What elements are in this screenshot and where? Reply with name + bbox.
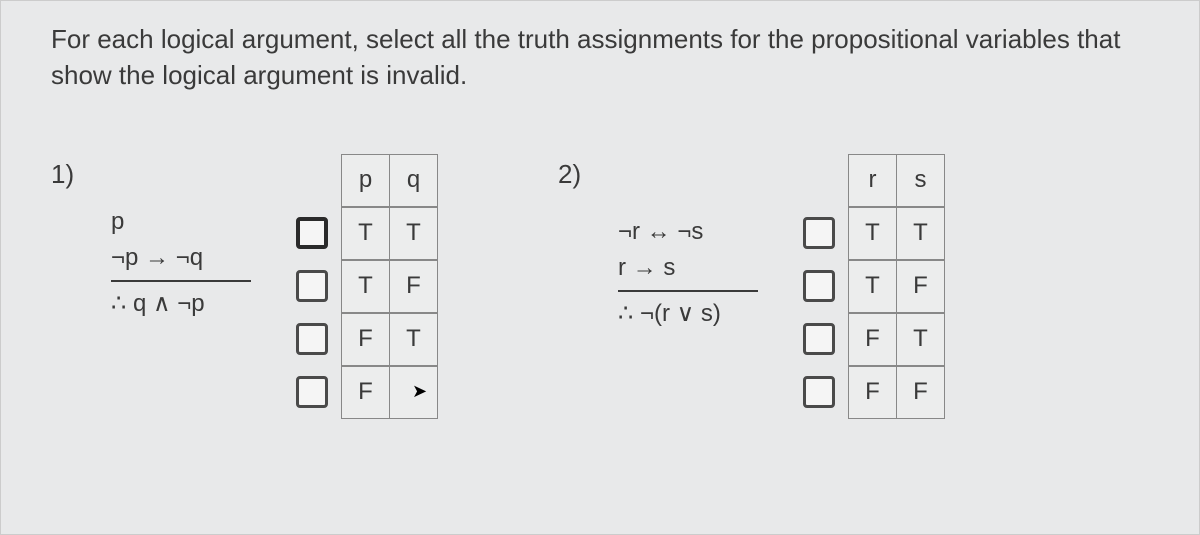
problem-2-number: 2) [558, 159, 598, 190]
conclusion-text: ∴ ¬(r ∨ s) [618, 296, 758, 332]
table-cell: T [342, 207, 390, 259]
problem-1-number: 1) [51, 159, 91, 190]
table-cell: T [390, 207, 438, 259]
checkbox-p2-row1[interactable] [803, 217, 835, 249]
table-cell: ➤ [390, 366, 438, 418]
table-header: s [897, 154, 945, 206]
instruction-text: For each logical argument, select all th… [51, 21, 1149, 94]
checkbox-p1-row1[interactable] [296, 217, 328, 249]
table-header: r [849, 154, 897, 206]
problems-container: 1) p ¬p → ¬q ∴ q ∧ ¬p p q T T [51, 154, 1149, 419]
argument-divider [618, 290, 758, 292]
premise-text: p [111, 204, 251, 240]
problem-1-table: p q T T T F F [291, 154, 438, 419]
table-cell: T [897, 313, 945, 365]
checkbox-p2-row3[interactable] [803, 323, 835, 355]
problem-2-argument: ¬r ↔ ¬s r → s ∴ ¬(r ∨ s) [618, 214, 758, 332]
checkbox-p1-row2[interactable] [296, 270, 328, 302]
table-cell: T [897, 207, 945, 259]
table-cell: F [342, 366, 390, 418]
table-header: q [390, 154, 438, 206]
checkbox-p2-row2[interactable] [803, 270, 835, 302]
checkbox-p2-row4[interactable] [803, 376, 835, 408]
table-cell: F [897, 366, 945, 418]
argument-divider [111, 280, 251, 282]
conclusion-text: ∴ q ∧ ¬p [111, 286, 251, 322]
checkbox-p1-row3[interactable] [296, 323, 328, 355]
checkbox-p1-row4[interactable] [296, 376, 328, 408]
problem-2-table: r s T T T F F [798, 154, 945, 419]
premise-text: r → s [618, 250, 758, 286]
table-cell: T [849, 260, 897, 312]
table-cell: T [849, 207, 897, 259]
table-cell: T [342, 260, 390, 312]
table-cell: F [897, 260, 945, 312]
table-cell: F [390, 260, 438, 312]
premise-text: ¬r ↔ ¬s [618, 214, 758, 250]
table-header: p [342, 154, 390, 206]
table-cell: F [849, 313, 897, 365]
cursor-icon: ➤ [412, 381, 427, 402]
table-cell: F [342, 313, 390, 365]
table-cell: F [849, 366, 897, 418]
problem-1: 1) p ¬p → ¬q ∴ q ∧ ¬p p q T T [51, 154, 438, 419]
table-cell: T [390, 313, 438, 365]
problem-1-argument: p ¬p → ¬q ∴ q ∧ ¬p [111, 204, 251, 322]
problem-2: 2) ¬r ↔ ¬s r → s ∴ ¬(r ∨ s) r s T T [558, 154, 945, 419]
premise-text: ¬p → ¬q [111, 240, 251, 276]
